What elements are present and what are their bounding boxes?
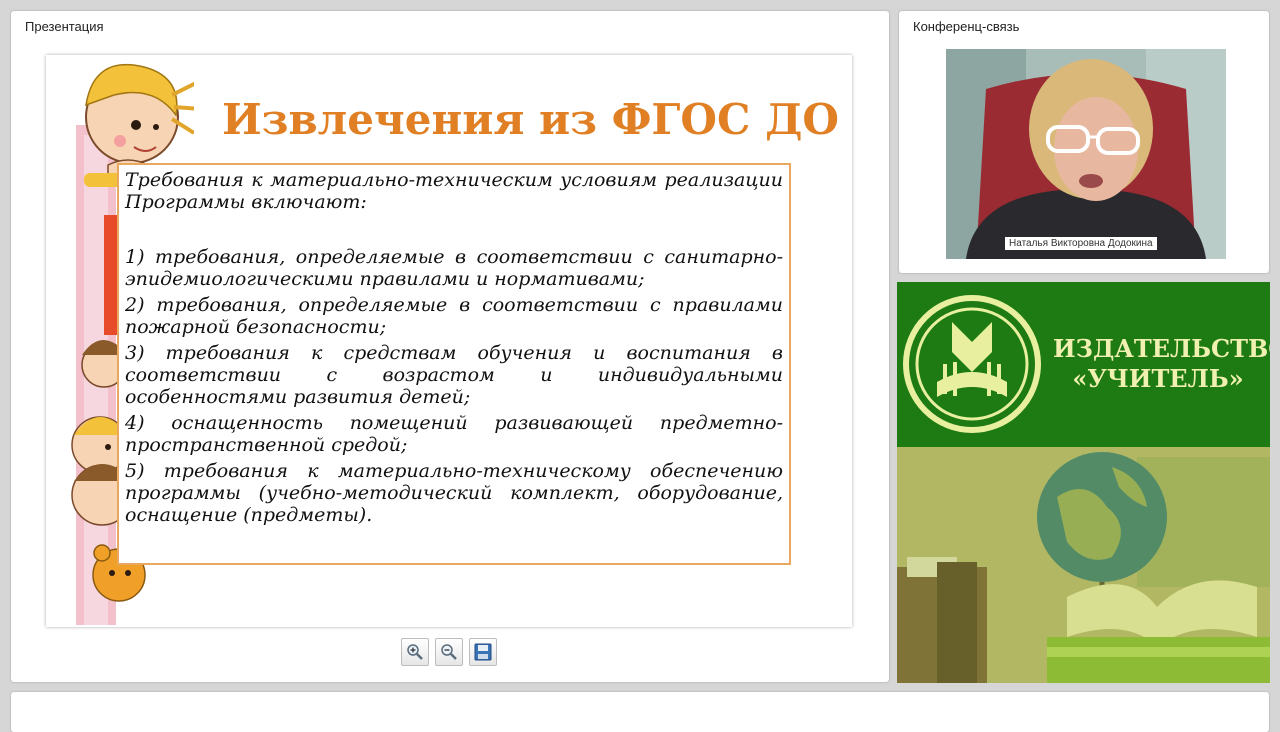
presentation-panel-title: Презентация (25, 19, 104, 34)
slide-list-item: 4) оснащенность помещений развивающей пр… (125, 412, 783, 456)
participant-video[interactable]: Наталья Викторовна Додокина (946, 49, 1226, 259)
presentation-slide: Извлечения из ФГОС ДО Требования к матер… (46, 55, 852, 627)
slide-intro-text: Требования к материально-техническим усл… (125, 169, 783, 213)
presentation-panel: Презентация Извлечения из ФГОС ДО Требов… (11, 11, 889, 682)
slide-list-item: 5) требования к материально-техническому… (125, 460, 783, 526)
bottom-panel (11, 692, 1269, 732)
zoom-in-button[interactable] (401, 638, 429, 666)
publisher-banner: ИЗДАТЕЛЬСТВО «УЧИТЕЛЬ» (897, 282, 1270, 447)
slide-title: Извлечения из ФГОС ДО (222, 95, 839, 144)
books-globe-illustration (897, 447, 1270, 683)
slide-list-item: 1) требования, определяемые в соответств… (125, 246, 783, 290)
slide-content-box: Требования к материально-техническим усл… (117, 163, 791, 565)
publisher-name-line1: ИЗДАТЕЛЬСТВО (1053, 334, 1270, 363)
slide-list-item: 2) требования, определяемые в соответств… (125, 294, 783, 338)
save-button[interactable] (469, 638, 497, 666)
presentation-toolbar (401, 638, 497, 666)
publisher-name-line2: «УЧИТЕЛЬ» (1072, 364, 1244, 393)
conference-panel-title: Конференц-связь (913, 19, 1020, 34)
publisher-logo-icon (903, 295, 1041, 433)
publisher-name: ИЗДАТЕЛЬСТВО «УЧИТЕЛЬ» (1053, 334, 1270, 394)
slide-list-item: 3) требования к средствам обучения и вос… (125, 342, 783, 408)
conference-panel: Конференц-связь Наталья Викторовна Додок… (899, 11, 1269, 273)
books-globe-image (897, 447, 1270, 683)
participant-name-label: Наталья Викторовна Додокина (1005, 237, 1157, 250)
webcam-feed-image (946, 49, 1226, 259)
save-icon (474, 643, 492, 661)
zoom-in-icon (407, 644, 423, 660)
zoom-out-icon (441, 644, 457, 660)
zoom-out-button[interactable] (435, 638, 463, 666)
